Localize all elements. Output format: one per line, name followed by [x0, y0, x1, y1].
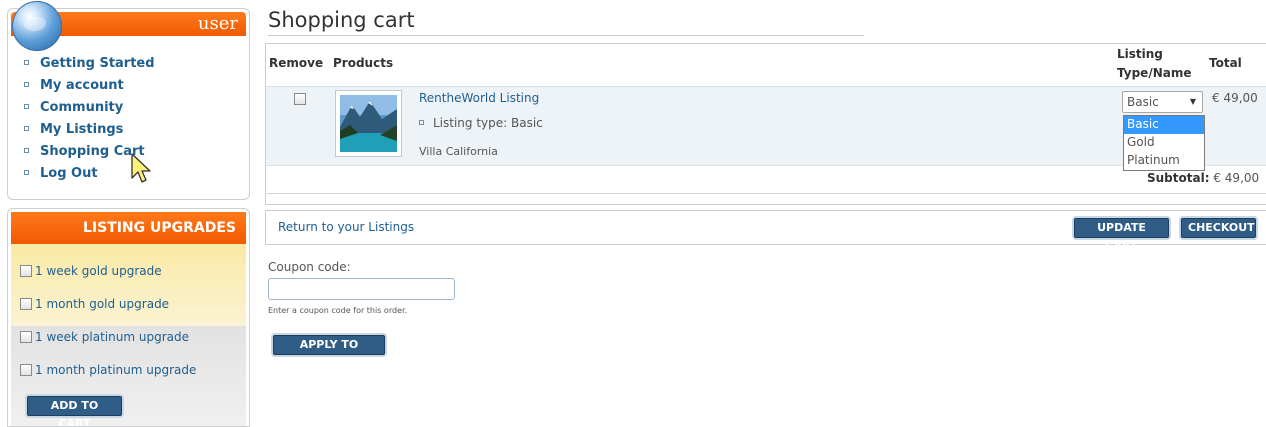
coupon-code-input[interactable] — [268, 278, 455, 300]
bullet-icon — [24, 148, 29, 153]
mountain-lake-image — [340, 95, 397, 152]
gold-upgrades-area — [11, 244, 246, 326]
listing-thumbnail — [335, 90, 402, 157]
remove-item-checkbox[interactable] — [294, 93, 306, 105]
product-name-link[interactable]: RentheWorld Listing — [419, 91, 539, 105]
column-header-total: Total — [1209, 56, 1242, 70]
user-menu-item-community[interactable]: Community — [24, 97, 155, 119]
dropdown-arrow-icon: ▼ — [1189, 97, 1196, 106]
bullet-icon — [24, 126, 29, 131]
globe-icon — [12, 1, 62, 51]
upgrade-1-week-gold[interactable]: 1 week gold upgrade — [20, 264, 162, 278]
option-basic[interactable]: Basic — [1124, 116, 1204, 134]
user-panel-title: user — [197, 13, 238, 34]
column-header-remove: Remove — [269, 56, 324, 70]
mouse-cursor-icon — [131, 153, 151, 183]
apply-to-order-button[interactable]: APPLY TO ORDER — [273, 335, 385, 369]
bullet-icon — [24, 82, 29, 87]
bullet-icon — [24, 104, 29, 109]
bullet-icon — [24, 170, 29, 175]
bullet-icon — [419, 120, 424, 125]
upgrade-1-month-platinum[interactable]: 1 month platinum upgrade — [20, 363, 196, 377]
user-menu-item-my-listings[interactable]: My Listings — [24, 119, 155, 141]
listing-type-options: Basic Gold Platinum — [1123, 115, 1205, 171]
checkbox-icon[interactable] — [20, 364, 32, 376]
column-header-listing-type: Listing Type/Name — [1117, 47, 1192, 80]
listing-upgrades-header: LISTING UPGRADES — [11, 212, 246, 244]
table-row — [266, 86, 1266, 166]
title-divider — [268, 35, 864, 36]
update-cart-button[interactable]: UPDATE CART — [1074, 218, 1169, 252]
subtotal: Subtotal: € 49,00 — [1147, 171, 1260, 185]
user-menu-item-my-account[interactable]: My account — [24, 75, 155, 97]
checkbox-icon[interactable] — [20, 298, 32, 310]
upgrade-1-week-platinum[interactable]: 1 week platinum upgrade — [20, 330, 189, 344]
coupon-code-label: Coupon code: — [268, 260, 351, 274]
user-panel: user Getting Started My account Communit… — [7, 1, 250, 200]
product-location: Villa California — [419, 145, 498, 158]
product-listing-type: Listing type: Basic — [419, 116, 543, 130]
add-to-cart-button[interactable]: ADD TO CART — [27, 396, 122, 426]
upgrade-1-month-gold[interactable]: 1 month gold upgrade — [20, 297, 169, 311]
listing-upgrades-title: LISTING UPGRADES — [82, 220, 236, 236]
cart-divider — [266, 193, 1266, 194]
listing-upgrades-panel: LISTING UPGRADES 1 week gold upgrade 1 m… — [7, 208, 250, 427]
listing-type-select[interactable]: Basic ▼ — [1122, 91, 1203, 113]
user-menu-item-getting-started[interactable]: Getting Started — [24, 53, 155, 75]
bullet-icon — [24, 60, 29, 65]
option-gold[interactable]: Gold — [1124, 134, 1204, 152]
checkbox-icon[interactable] — [20, 331, 32, 343]
option-platinum[interactable]: Platinum — [1124, 152, 1204, 170]
item-total: € 49,00 — [1212, 91, 1258, 105]
coupon-code-hint: Enter a coupon code for this order. — [268, 306, 408, 315]
checkout-button[interactable]: CHECKOUT — [1181, 218, 1256, 238]
page-title: Shopping cart — [268, 8, 415, 32]
column-header-products: Products — [333, 56, 394, 70]
checkbox-icon[interactable] — [20, 265, 32, 277]
return-to-listings-link[interactable]: Return to your Listings — [278, 220, 414, 234]
